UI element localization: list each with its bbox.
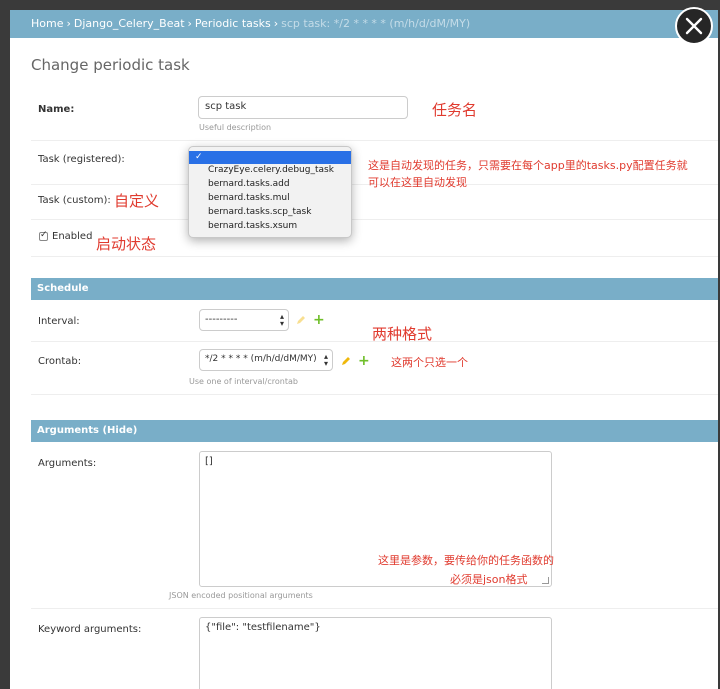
breadcrumb-app-link[interactable]: Django_Celery_Beat bbox=[74, 17, 185, 30]
breadcrumb-home-link[interactable]: Home bbox=[31, 17, 63, 30]
divider bbox=[31, 219, 718, 220]
annotation-auto-discover: 这是自动发现的任务，只需要在每个app里的tasks.py配置任务就 bbox=[368, 159, 688, 172]
breadcrumb-model-link[interactable]: Periodic tasks bbox=[195, 17, 271, 30]
arguments-label: Arguments: bbox=[38, 458, 97, 469]
admin-page: Home › Django_Celery_Beat › Periodic tasks › s… bbox=[10, 10, 718, 689]
arguments-section-header[interactable]: Arguments (Hide) bbox=[31, 420, 718, 442]
interval-label: Interval: bbox=[38, 316, 80, 327]
select-arrows-icon: ▴ ▾ bbox=[323, 352, 328, 368]
enabled-label: Enabled bbox=[52, 231, 93, 242]
divider bbox=[31, 394, 718, 395]
interval-select[interactable]: --------- ▴ ▾ bbox=[199, 309, 289, 331]
task-custom-label: Task (custom): bbox=[38, 195, 111, 206]
dropdown-option[interactable]: bernard.tasks.add bbox=[189, 178, 351, 191]
close-icon bbox=[685, 17, 703, 35]
select-arrows-icon: ▴ ▾ bbox=[279, 312, 284, 328]
breadcrumb: Home › Django_Celery_Beat › Periodic tasks › s… bbox=[10, 10, 718, 38]
annotation-args-note: 这里是参数，要传给你的任务函数的 bbox=[378, 554, 554, 567]
dropdown-option[interactable]: bernard.tasks.xsum bbox=[189, 220, 351, 233]
arguments-value: [] bbox=[205, 456, 213, 467]
crontab-label: Crontab: bbox=[38, 356, 82, 367]
arguments-help: JSON encoded positional arguments bbox=[169, 591, 313, 600]
annotation-enabled-state: 启动状态 bbox=[96, 235, 157, 253]
add-crontab-plus-icon[interactable]: + bbox=[358, 354, 370, 368]
schedule-section-header: Schedule bbox=[31, 278, 718, 300]
close-button[interactable] bbox=[675, 7, 713, 45]
annotation-choose-one: 这两个只选一个 bbox=[391, 356, 468, 369]
annotation-auto-discover-2: 可以在这里自动发现 bbox=[368, 176, 467, 189]
name-input[interactable]: scp task bbox=[198, 96, 408, 119]
interval-select-value: --------- bbox=[205, 314, 238, 325]
enabled-checkbox[interactable] bbox=[39, 230, 48, 241]
page-title: Change periodic task bbox=[31, 56, 190, 74]
divider bbox=[31, 256, 718, 257]
dropdown-option[interactable]: bernard.tasks.mul bbox=[189, 192, 351, 205]
divider bbox=[31, 608, 718, 609]
crontab-select-value: */2 * * * * (m/h/d/dM/MY) bbox=[205, 354, 317, 364]
pencil-icon[interactable] bbox=[341, 356, 351, 366]
breadcrumb-separator: › bbox=[66, 17, 71, 30]
dropdown-option[interactable]: CrazyEye.celery.debug_task bbox=[189, 164, 351, 177]
pencil-icon[interactable] bbox=[296, 315, 306, 325]
add-interval-plus-icon[interactable]: + bbox=[313, 313, 325, 327]
checkmark-icon: ✓ bbox=[195, 152, 203, 162]
name-label: Name: bbox=[38, 104, 75, 115]
breadcrumb-current: scp task: */2 * * * * (m/h/d/dM/MY) bbox=[281, 17, 471, 30]
annotation-two-formats: 两种格式 bbox=[372, 325, 433, 343]
annotation-task-name: 任务名 bbox=[432, 101, 478, 119]
breadcrumb-separator: › bbox=[187, 17, 192, 30]
annotation-args-note-2: 必须是json格式 bbox=[450, 573, 528, 586]
task-registered-label: Task (registered): bbox=[38, 154, 125, 165]
task-registered-dropdown[interactable]: ✓ CrazyEye.celery.debug_task bernard.tas… bbox=[188, 146, 352, 238]
kwargs-textarea[interactable]: {"file": "testfilename"} bbox=[199, 617, 552, 689]
kwargs-label: Keyword arguments: bbox=[38, 624, 142, 635]
resize-grip-icon[interactable] bbox=[542, 577, 549, 584]
name-help: Useful description bbox=[199, 123, 272, 132]
divider bbox=[31, 140, 718, 141]
crontab-select[interactable]: */2 * * * * (m/h/d/dM/MY) ▴ ▾ bbox=[199, 349, 333, 371]
breadcrumb-separator: › bbox=[273, 17, 279, 30]
schedule-help: Use one of interval/crontab bbox=[189, 377, 298, 386]
dropdown-option-empty[interactable]: ✓ bbox=[189, 151, 351, 164]
kwargs-value: {"file": "testfilename"} bbox=[205, 622, 321, 633]
annotation-custom: 自定义 bbox=[114, 192, 160, 210]
dropdown-option[interactable]: bernard.tasks.scp_task bbox=[189, 206, 351, 219]
